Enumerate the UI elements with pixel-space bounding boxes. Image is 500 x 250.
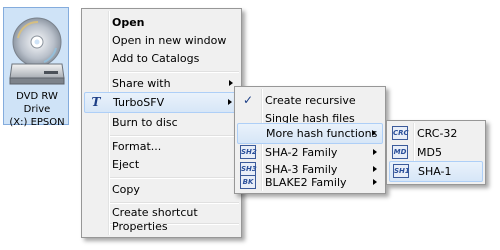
menu-item-eject[interactable]: Eject: [84, 154, 239, 175]
dvd-drive-icon: [9, 17, 65, 85]
menu-item-add-to-catalogs[interactable]: Add to Catalogs: [84, 48, 239, 69]
menu-item-label: Add to Catalogs: [112, 52, 200, 65]
menu-item-label: Share with: [112, 77, 171, 90]
menu-item-sha1[interactable]: SH1 SHA-1: [389, 161, 483, 182]
menu-item-label: TurboSFV: [113, 96, 165, 109]
turbosfv-icon: T: [91, 95, 101, 109]
drive-label-line1: DVD RW Drive: [16, 91, 58, 115]
menu-item-copy[interactable]: Copy: [84, 179, 239, 200]
drive-label-line2: (X:) EPSON: [9, 117, 65, 128]
menu-item-label: Properties: [112, 220, 168, 233]
drive-label: DVD RW Drive (X:) EPSON: [4, 90, 70, 129]
menu-item-properties[interactable]: Properties: [84, 216, 239, 237]
submenu-arrow-icon: [373, 149, 377, 155]
menu-item-burn-to-disc[interactable]: Burn to disc: [84, 112, 239, 133]
sha2-icon: SH2: [240, 145, 257, 159]
submenu-arrow-icon: [372, 130, 376, 136]
menu-item-label: BLAKE2 Family: [265, 176, 347, 189]
sha1-icon: SH1: [393, 164, 410, 178]
submenu-arrow-icon: [373, 179, 377, 185]
menu-item-turbosfv[interactable]: T TurboSFV: [84, 92, 239, 113]
menu-item-label: MD5: [417, 146, 442, 159]
submenu-arrow-icon: [228, 99, 232, 105]
menu-item-blake2-family[interactable]: BK BLAKE2 Family: [237, 172, 383, 193]
menu-item-md5[interactable]: MD MD5: [389, 142, 483, 163]
menu-item-more-hash-functions[interactable]: More hash functions: [237, 123, 383, 144]
turbosfv-submenu: ✓ Create recursive Single hash files Mor…: [234, 86, 386, 194]
menu-item-share-with[interactable]: Share with: [84, 73, 239, 94]
context-menu: Open Open in new window Add to Catalogs …: [81, 8, 242, 238]
submenu-arrow-icon: [229, 80, 233, 86]
menu-item-label: Eject: [112, 158, 140, 171]
dvd-drive-item[interactable]: DVD RW Drive (X:) EPSON: [3, 7, 69, 128]
menu-item-label: Copy: [112, 183, 140, 196]
checkmark-icon: ✓: [242, 93, 254, 107]
menu-item-label: CRC-32: [417, 127, 458, 140]
crc-icon: CRC: [392, 126, 409, 140]
blake2-icon: BK: [240, 175, 256, 189]
menu-item-label: Burn to disc: [112, 116, 178, 129]
desktop: DVD RW Drive (X:) EPSON Open Open in new…: [0, 0, 500, 250]
hash-functions-submenu: CRC CRC-32 MD MD5 SH1 SHA-1: [386, 120, 486, 185]
md5-icon: MD: [392, 145, 408, 159]
menu-item-label: More hash functions: [266, 127, 378, 140]
menu-item-label: SHA-1: [418, 165, 452, 178]
menu-item-crc32[interactable]: CRC CRC-32: [389, 123, 483, 144]
